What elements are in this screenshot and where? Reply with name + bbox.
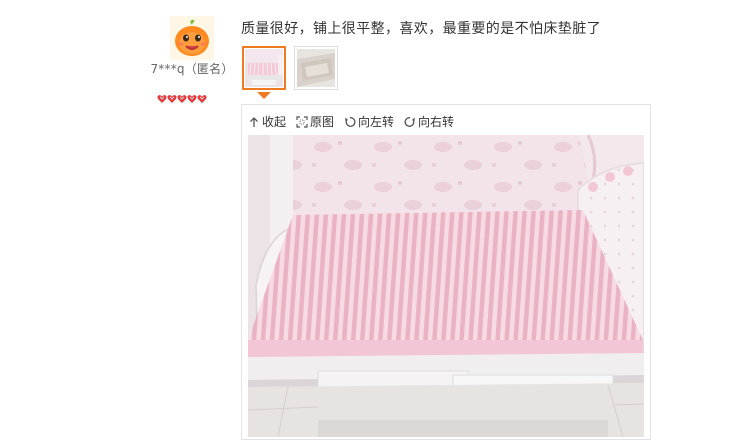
heart-icon [157,95,167,103]
bed-photo-thumbnail-2[interactable] [294,46,338,90]
rotate-right-button[interactable]: 向右转 [404,113,454,130]
collapse-label: 收起 [262,115,287,129]
heart-icon [167,95,177,103]
expand-icon [296,115,308,128]
collapse-button[interactable]: 收起 [248,113,286,130]
bed-photo-thumbnail-1[interactable] [242,46,286,90]
rotate-left-icon [345,116,356,127]
thumbnail-list [242,46,338,90]
sheet-closeup-thumbnail-image [297,49,335,87]
enlarged-bed-photo[interactable] [248,135,644,437]
arrow-up-icon [250,116,258,127]
image-toolbar: 收起 原图 向左转 向右转 [248,113,454,130]
original-image-button[interactable]: 原图 [296,113,334,130]
review-text: 质量很好，铺上很平整，喜欢，最重要的是不怕床垫脏了 [241,21,601,37]
heart-icon [177,95,187,103]
bed-photo-thumbnail-image [245,49,283,87]
image-viewer: 收起 原图 向左转 向右转 [241,104,651,440]
heart-icon [187,95,197,103]
mascot-avatar-icon [170,16,214,60]
bed-photo-image [248,135,644,437]
heart-icon [197,95,207,103]
user-level-hearts [157,94,207,104]
rotate-right-icon [404,116,415,127]
rotate-left-label: 向左转 [358,115,395,129]
username: 7***q（匿名） [150,62,234,76]
original-image-label: 原图 [310,115,335,129]
rotate-right-label: 向右转 [418,115,455,129]
thumbnail-selection-arrow [257,92,271,99]
rotate-left-button[interactable]: 向左转 [344,113,394,130]
avatar[interactable] [170,16,214,60]
